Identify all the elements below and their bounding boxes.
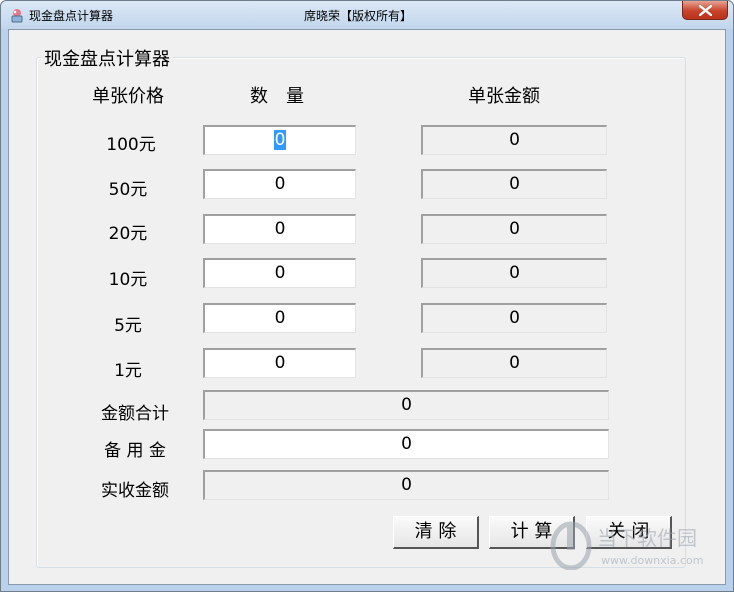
watermark-logo-icon bbox=[550, 521, 592, 571]
header-quantity: 数 量 bbox=[250, 86, 304, 107]
close-icon bbox=[699, 5, 712, 16]
reserve-input[interactable]: 0 bbox=[203, 429, 609, 459]
header-unit-amount: 单张金额 bbox=[468, 86, 540, 107]
copyright-text: 席晓荣【版权所有】 bbox=[304, 9, 413, 23]
watermark-text: 当下软件园 bbox=[597, 526, 697, 550]
quantity-input-50[interactable]: 0 bbox=[203, 169, 356, 199]
title-bar[interactable]: 现金盘点计算器 席晓荣【版权所有】 bbox=[1, 1, 733, 29]
amount-field-1: 0 bbox=[421, 348, 607, 378]
quantity-input-1[interactable]: 0 bbox=[203, 348, 356, 378]
reserve-label: 备 用 金 bbox=[104, 441, 166, 461]
groupbox-title: 现金盘点计算器 bbox=[41, 45, 173, 71]
calculator-app-icon bbox=[9, 7, 25, 23]
row-label-20: 20元 bbox=[108, 224, 148, 244]
clear-button[interactable]: 清 除 bbox=[393, 516, 479, 549]
actual-label: 实收金额 bbox=[101, 481, 169, 501]
window-close-button[interactable] bbox=[682, 1, 728, 20]
actual-field: 0 bbox=[203, 470, 609, 500]
row-label-5: 5元 bbox=[114, 316, 142, 336]
quantity-input-20[interactable]: 0 bbox=[203, 214, 356, 244]
total-label: 金额合计 bbox=[101, 404, 169, 424]
total-field: 0 bbox=[203, 390, 609, 420]
row-label-10: 10元 bbox=[108, 270, 148, 290]
amount-field-50: 0 bbox=[421, 169, 607, 199]
amount-field-20: 0 bbox=[421, 214, 607, 244]
amount-field-10: 0 bbox=[421, 258, 607, 288]
watermark-url: www.downxia.com bbox=[601, 554, 704, 567]
quantity-input-100[interactable]: 0 bbox=[203, 125, 356, 155]
quantity-input-5[interactable]: 0 bbox=[203, 303, 356, 333]
amount-field-100: 0 bbox=[421, 125, 607, 155]
row-label-1: 1元 bbox=[114, 361, 142, 381]
quantity-input-10[interactable]: 0 bbox=[203, 258, 356, 288]
row-label-100: 100元 bbox=[106, 135, 156, 155]
row-label-50: 50元 bbox=[108, 180, 148, 200]
header-unit-price: 单张价格 bbox=[92, 86, 164, 107]
watermark: 当下软件园 www.downxia.com bbox=[547, 518, 717, 574]
amount-field-5: 0 bbox=[421, 303, 607, 333]
window-title: 现金盘点计算器 bbox=[29, 9, 114, 23]
quantity-value-100: 0 bbox=[273, 130, 287, 150]
